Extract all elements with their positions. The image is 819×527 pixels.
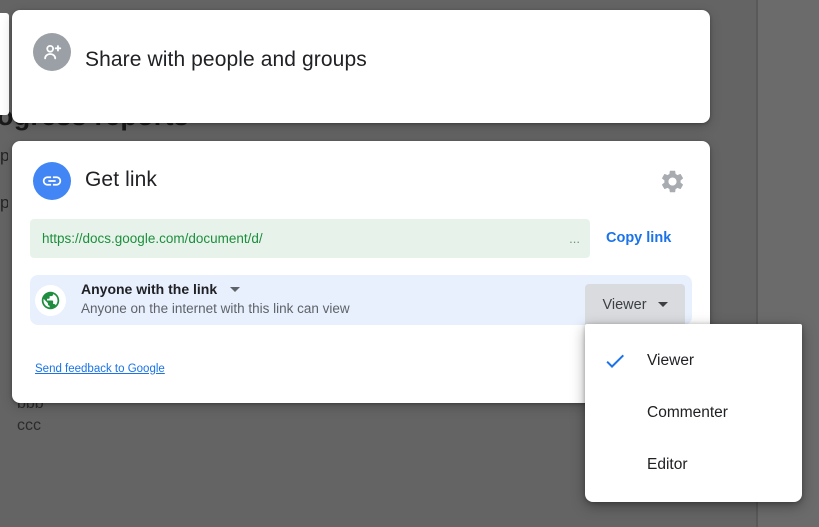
share-link-field[interactable]: https://docs.google.com/document/d/ ... — [30, 219, 590, 258]
menu-item-label: Editor — [647, 456, 688, 474]
link-settings-button[interactable] — [656, 165, 688, 197]
get-link-title: Get link — [85, 168, 157, 192]
background-text-fragment: p — [0, 146, 8, 166]
url-ellipsis: ... — [569, 231, 590, 246]
globe-icon — [35, 285, 66, 316]
role-menu: Viewer Commenter Editor — [585, 324, 802, 502]
share-panel-title: Share with people and groups — [85, 48, 367, 72]
background-white-sliver — [0, 13, 9, 115]
send-feedback-link[interactable]: Send feedback to Google — [35, 363, 165, 375]
chevron-down-icon — [658, 302, 668, 307]
role-button-label: Viewer — [602, 297, 646, 313]
menu-item-commenter[interactable]: Commenter — [585, 387, 802, 439]
background-list-item: ccc — [17, 417, 41, 435]
access-scope-description: Anyone on the internet with this link ca… — [81, 301, 350, 316]
link-icon — [33, 162, 71, 200]
checkmark-icon — [603, 349, 627, 373]
role-dropdown-button[interactable]: Viewer — [585, 284, 685, 325]
access-row-text: Anyone with the link Anyone on the inter… — [81, 281, 350, 316]
share-link-url: https://docs.google.com/document/d/ — [30, 231, 569, 246]
access-scope-dropdown[interactable]: Anyone with the link — [81, 281, 350, 297]
access-scope-label: Anyone with the link — [81, 281, 217, 297]
share-dialog-screen: ogress reports p p bbb ccc Share with pe… — [0, 0, 819, 527]
copy-link-button[interactable]: Copy link — [604, 226, 673, 250]
menu-item-editor[interactable]: Editor — [585, 439, 802, 491]
gear-icon — [659, 168, 686, 195]
background-text-fragment: p — [0, 193, 8, 213]
person-add-icon — [33, 33, 71, 71]
menu-item-label: Commenter — [647, 404, 728, 422]
share-people-panel: Share with people and groups — [12, 10, 710, 123]
chevron-down-icon — [230, 287, 240, 292]
menu-item-viewer[interactable]: Viewer — [585, 335, 802, 387]
menu-item-label: Viewer — [647, 352, 694, 370]
